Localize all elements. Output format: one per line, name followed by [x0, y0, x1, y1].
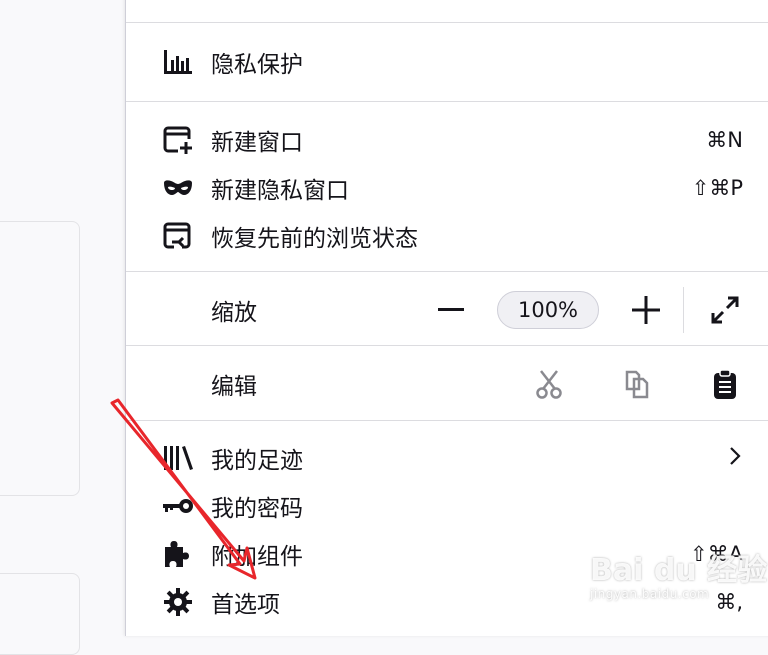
shortcut-label: ⌘, [715, 590, 743, 614]
menu-item-label: 我的足迹 [211, 448, 303, 474]
menu-item-restore-session[interactable]: 恢复先前的浏览状态 [126, 214, 768, 258]
private-mask-icon [160, 170, 196, 206]
zoom-value: 100% [517, 298, 579, 322]
background-card [0, 573, 80, 655]
app-menu-panel: 隐私保护 新建窗口 ⌘N 新建隐私窗口 ⇧⌘P 恢复先前的浏览状态 缩放 100… [125, 0, 768, 636]
menu-item-addons[interactable]: 附加组件 ⇧⌘A [126, 532, 768, 576]
zoom-out-button[interactable] [433, 292, 469, 328]
scissors-icon [536, 370, 562, 399]
plus-icon [632, 296, 660, 324]
menu-separator [126, 345, 768, 346]
copy-button[interactable] [619, 366, 655, 402]
paste-button[interactable] [707, 366, 743, 402]
zoom-reset-button[interactable]: 100% [497, 291, 599, 329]
background-card [0, 221, 80, 496]
menu-separator [126, 420, 768, 421]
minus-icon [438, 308, 464, 311]
puzzle-icon [160, 536, 196, 572]
menu-separator [126, 271, 768, 272]
menu-item-label: 新建隐私窗口 [211, 178, 349, 204]
gear-icon [160, 584, 196, 620]
zoom-label: 缩放 [211, 300, 257, 326]
fullscreen-icon [711, 296, 739, 324]
menu-item-library[interactable]: 我的足迹 [126, 436, 768, 480]
menu-item-label: 首选项 [211, 592, 280, 618]
menu-item-passwords[interactable]: 我的密码 [126, 484, 768, 528]
privacy-chart-icon [160, 44, 196, 80]
shortcut-label: ⇧⌘P [691, 176, 743, 200]
zoom-divider [683, 287, 684, 333]
menu-item-new-window[interactable]: 新建窗口 ⌘N [126, 118, 768, 162]
zoom-in-button[interactable] [628, 292, 664, 328]
fullscreen-button[interactable] [707, 292, 743, 328]
new-window-icon [160, 122, 196, 158]
menu-item-privacy[interactable]: 隐私保护 [126, 40, 768, 84]
cut-button[interactable] [531, 366, 567, 402]
menu-row-edit: 编辑 [126, 361, 768, 407]
chevron-right-icon [729, 446, 741, 470]
library-icon [160, 440, 196, 476]
menu-item-label: 恢复先前的浏览状态 [211, 226, 418, 252]
menu-item-preferences[interactable]: 首选项 ⌘, [126, 580, 768, 624]
menu-separator [126, 101, 768, 102]
copy-icon [625, 370, 649, 399]
shortcut-label: ⇧⌘A [690, 542, 743, 566]
menu-item-label: 附加组件 [211, 544, 303, 570]
menu-item-label: 新建窗口 [211, 130, 303, 156]
edit-label: 编辑 [211, 374, 257, 400]
menu-item-label: 隐私保护 [211, 52, 303, 78]
shortcut-label: ⌘N [706, 128, 743, 152]
menu-item-label: 我的密码 [211, 496, 303, 522]
menu-separator [126, 22, 768, 23]
clipboard-icon [714, 369, 736, 399]
restore-session-icon [160, 218, 196, 254]
key-icon [160, 488, 196, 524]
menu-item-new-private-window[interactable]: 新建隐私窗口 ⇧⌘P [126, 166, 768, 210]
